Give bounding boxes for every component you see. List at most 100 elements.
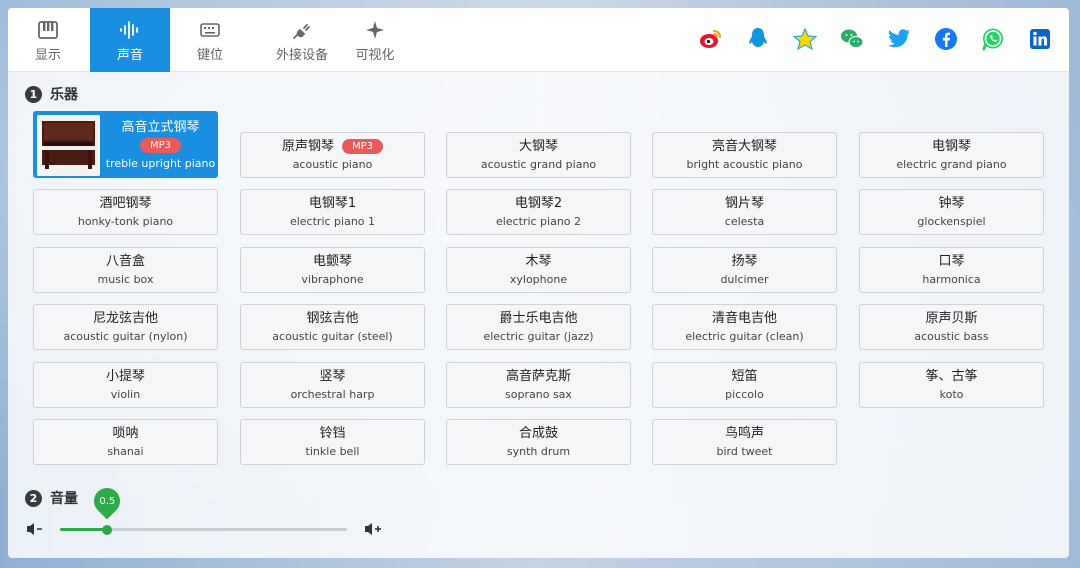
instrument-name-en: electric grand piano: [896, 158, 1007, 171]
instrument-name-en: synth drum: [506, 445, 571, 458]
instrument-card[interactable]: 原声钢琴 MP3 acoustic piano: [240, 132, 425, 178]
section-title: 乐器: [50, 87, 78, 103]
instrument-name-cn: 大钢琴: [518, 139, 558, 154]
instrument-name-en: electric piano 1: [289, 215, 376, 228]
instrument-name-en: acoustic guitar (steel): [272, 330, 393, 343]
instrument-card[interactable]: 合成鼓 synth drum: [446, 419, 631, 465]
instrument-card[interactable]: 大钢琴 acoustic grand piano: [446, 132, 631, 178]
instrument-card[interactable]: 筝、古筝 koto: [859, 362, 1044, 408]
instrument-name-en: bird tweet: [716, 445, 773, 458]
instrument-name-cn: 钟琴: [938, 196, 965, 211]
instrument-card[interactable]: 钢弦吉他 acoustic guitar (steel): [240, 304, 425, 350]
instrument-name-cn: 清音电吉他: [711, 311, 777, 326]
instrument-name-cn: 唢呐: [112, 426, 139, 441]
instrument-name-en: acoustic piano: [292, 158, 373, 171]
instrument-name-en: electric piano 2: [495, 215, 582, 228]
section-number: 2: [25, 489, 42, 507]
instrument-card[interactable]: 电钢琴 electric grand piano: [859, 132, 1044, 178]
piano-thumbnail: [37, 115, 100, 176]
instrument-card[interactable]: 短笛 piccolo: [652, 362, 837, 408]
weibo-icon[interactable]: [698, 26, 724, 52]
instrument-name-en: acoustic bass: [914, 330, 989, 343]
instrument-name-cn: 高音萨克斯: [505, 369, 571, 384]
instruments-section-header: 1 乐器: [25, 84, 78, 104]
instrument-card[interactable]: 爵士乐电吉他 electric guitar (jazz): [446, 304, 631, 350]
instrument-name-cn: 合成鼓: [518, 426, 558, 441]
instrument-card[interactable]: 扬琴 dulcimer: [652, 247, 837, 293]
instrument-card[interactable]: 尼龙弦吉他 acoustic guitar (nylon): [33, 304, 218, 350]
volume-slider-fill: [60, 528, 107, 531]
instrument-card[interactable]: 原声贝斯 acoustic bass: [859, 304, 1044, 350]
instrument-card[interactable]: 鸟鸣声 bird tweet: [652, 419, 837, 465]
twitter-icon[interactable]: [886, 26, 912, 52]
instrument-name-cn: 筝、古筝: [925, 369, 978, 384]
instrument-card[interactable]: 口琴 harmonica: [859, 247, 1044, 293]
instrument-name-en: shanai: [107, 445, 144, 458]
tab-label: 声音: [116, 47, 143, 63]
volume-up-icon[interactable]: [363, 520, 383, 538]
tab-keys[interactable]: 键位: [170, 8, 250, 72]
section-title: 音量: [50, 491, 78, 507]
instrument-card[interactable]: 电颤琴 vibraphone: [240, 247, 425, 293]
whatsapp-icon[interactable]: [980, 26, 1006, 52]
instrument-name-cn: 原声钢琴: [281, 139, 334, 154]
instrument-card[interactable]: 电钢琴1 electric piano 1: [240, 189, 425, 235]
instrument-name-cn: 扬琴: [731, 254, 758, 269]
facebook-icon[interactable]: [933, 26, 959, 52]
linkedin-icon[interactable]: [1027, 26, 1053, 52]
tab-visualization[interactable]: 可视化: [335, 8, 415, 72]
instrument-name-cn: 高音立式钢琴: [121, 119, 200, 135]
volume-down-icon[interactable]: [25, 520, 45, 538]
tab-label: 键位: [196, 47, 223, 63]
tab-sound[interactable]: 声音: [90, 8, 170, 72]
instrument-card[interactable]: 唢呐 shanai: [33, 419, 218, 465]
instrument-card[interactable]: 清音电吉他 electric guitar (clean): [652, 304, 837, 350]
wechat-icon[interactable]: [839, 26, 865, 52]
piano-keys-icon: [38, 18, 58, 42]
instrument-name-cn: 钢片琴: [724, 196, 764, 211]
instrument-name-en: koto: [939, 388, 964, 401]
instrument-name-en: bright acoustic piano: [686, 158, 803, 171]
instrument-name-en: piccolo: [725, 388, 764, 401]
instrument-name-en: celesta: [724, 215, 765, 228]
instrument-card[interactable]: 高音立式钢琴 MP3 treble upright piano: [33, 111, 218, 178]
instrument-name-cn: 小提琴: [105, 369, 145, 384]
tab-label: 外接设备: [275, 47, 328, 63]
mp3-badge: MP3: [341, 139, 384, 154]
volume-slider-handle[interactable]: [102, 525, 112, 535]
instrument-card[interactable]: 酒吧钢琴 honky-tonk piano: [33, 189, 218, 235]
tab-display[interactable]: 显示: [8, 8, 88, 72]
instrument-card[interactable]: 竖琴 orchestral harp: [240, 362, 425, 408]
instrument-name-cn: 电钢琴: [931, 139, 971, 154]
instrument-name-cn: 钢弦吉他: [306, 311, 359, 326]
instrument-card[interactable]: 小提琴 violin: [33, 362, 218, 408]
instrument-name-en: glockenspiel: [917, 215, 986, 228]
volume-value: 0.5: [99, 495, 115, 507]
instrument-name-cn: 铃铛: [319, 426, 346, 441]
star-icon[interactable]: [792, 26, 818, 52]
instrument-card[interactable]: 亮音大钢琴 bright acoustic piano: [652, 132, 837, 178]
instrument-name-cn: 木琴: [525, 254, 552, 269]
tab-label: 可视化: [355, 47, 395, 63]
instrument-name-en: electric guitar (jazz): [483, 330, 594, 343]
qq-icon[interactable]: [745, 26, 771, 52]
volume-section-header: 2 音量: [25, 488, 78, 508]
volume-value-tooltip: 0.5: [88, 482, 126, 520]
section-number: 1: [25, 85, 42, 103]
instrument-name-cn: 竖琴: [319, 369, 346, 384]
instrument-card[interactable]: 钟琴 glockenspiel: [859, 189, 1044, 235]
instrument-name-cn: 亮音大钢琴: [711, 139, 777, 154]
instrument-card[interactable]: 高音萨克斯 soprano sax: [446, 362, 631, 408]
instrument-name-en: orchestral harp: [290, 388, 375, 401]
instrument-name-cn: 短笛: [731, 369, 758, 384]
instrument-name-cn: 口琴: [938, 254, 965, 269]
instrument-card[interactable]: 八音盒 music box: [33, 247, 218, 293]
instrument-name-en: harmonica: [922, 273, 981, 286]
instrument-card[interactable]: 铃铛 tinkle bell: [240, 419, 425, 465]
instrument-card[interactable]: 电钢琴2 electric piano 2: [446, 189, 631, 235]
instrument-card[interactable]: 钢片琴 celesta: [652, 189, 837, 235]
instrument-card[interactable]: 木琴 xylophone: [446, 247, 631, 293]
plug-icon: [292, 18, 312, 42]
instrument-name-en: acoustic grand piano: [480, 158, 597, 171]
instrument-name-en: electric guitar (clean): [685, 330, 804, 343]
